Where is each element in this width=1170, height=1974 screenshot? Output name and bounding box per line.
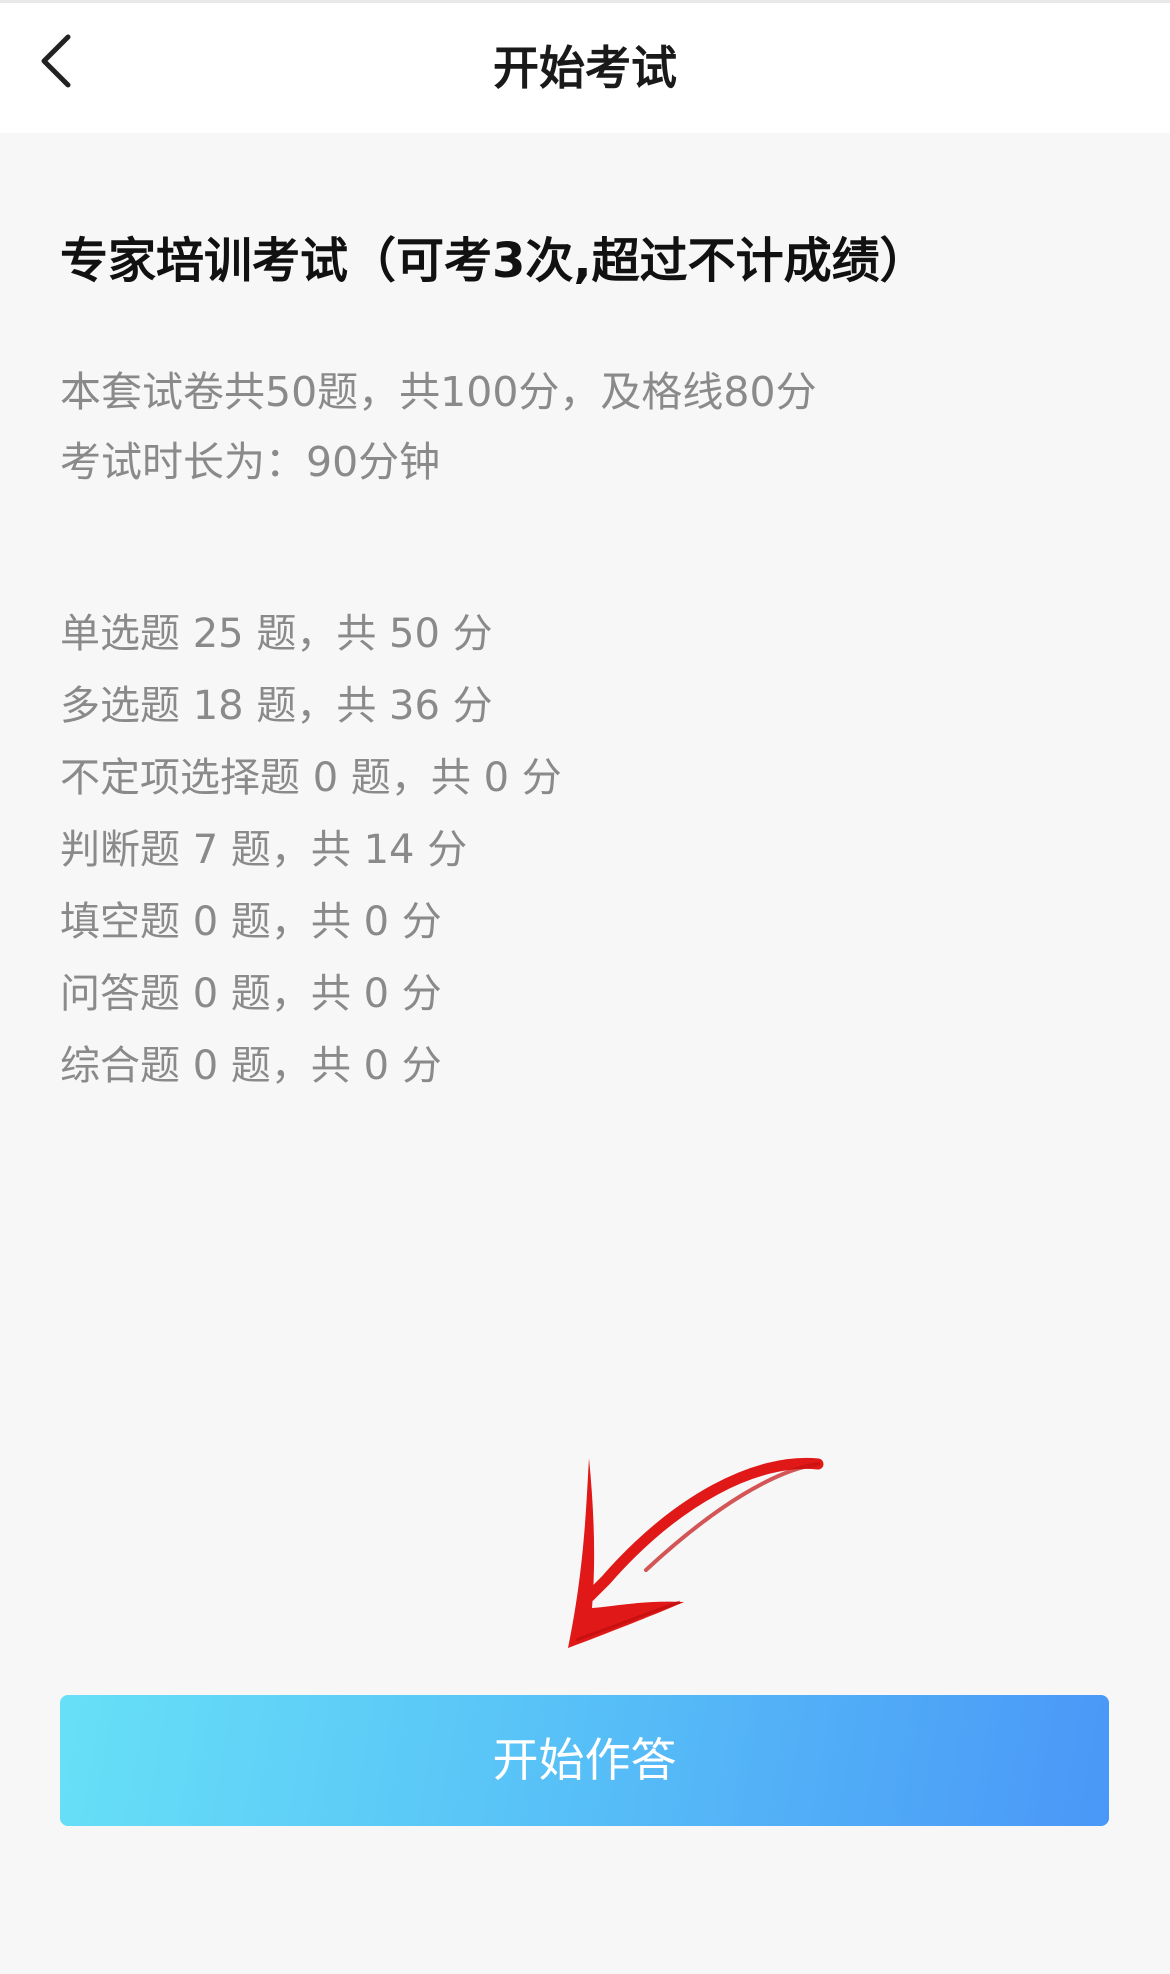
start-answering-button[interactable]: 开始作答 bbox=[60, 1695, 1109, 1826]
page-title: 开始考试 bbox=[493, 41, 677, 95]
breakdown-short-answer: 问答题 0 题，共 0 分 bbox=[60, 971, 442, 1017]
question-breakdown-list: 单选题 25 题，共 50 分 多选题 18 题，共 36 分 不定项选择题 0… bbox=[60, 598, 562, 1102]
breakdown-indefinite-choice: 不定项选择题 0 题，共 0 分 bbox=[60, 755, 562, 801]
exam-duration: 考试时长为：90分钟 bbox=[60, 438, 441, 486]
breakdown-single-choice: 单选题 25 题，共 50 分 bbox=[60, 611, 493, 657]
breakdown-true-false: 判断题 7 题，共 14 分 bbox=[60, 827, 468, 873]
breakdown-comprehensive: 综合题 0 题，共 0 分 bbox=[60, 1043, 442, 1089]
top-nav-bar: 开始考试 bbox=[0, 0, 1170, 133]
breakdown-multiple-choice: 多选题 18 题，共 36 分 bbox=[60, 683, 493, 729]
breakdown-fill-blank: 填空题 0 题，共 0 分 bbox=[60, 899, 442, 945]
exam-summary: 本套试卷共50题，共100分，及格线80分 bbox=[60, 368, 817, 416]
red-arrow-annotation-icon bbox=[568, 1457, 824, 1648]
exam-title: 专家培训考试（可考3次,超过不计成绩） bbox=[60, 233, 928, 289]
